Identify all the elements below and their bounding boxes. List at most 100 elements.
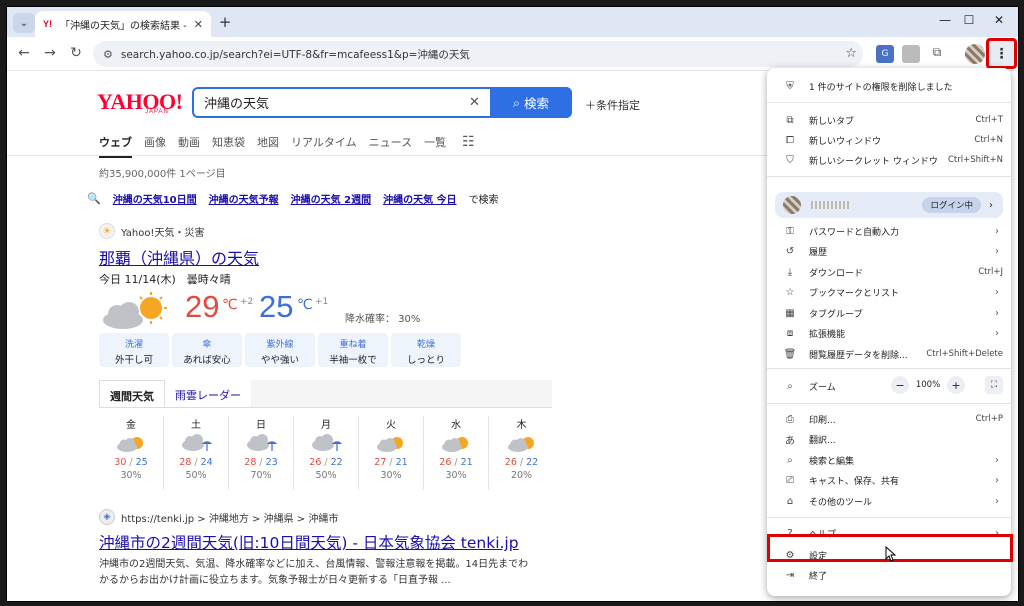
index-uv[interactable]: 紫外線 やや強い: [245, 333, 315, 367]
weather-tabs: 週間天気 雨雲レーダー: [99, 380, 552, 408]
tab-weekly-weather[interactable]: 週間天気: [99, 380, 165, 407]
menu-search-edit[interactable]: ⌕ 検索と編集 ›: [767, 450, 1011, 470]
back-button[interactable]: ←: [15, 45, 33, 61]
forward-button[interactable]: →: [41, 45, 59, 61]
tab-active[interactable]: Y! 「沖縄の天気」の検索結果 - Yahoo ✕: [35, 11, 211, 37]
menu-tab-groups[interactable]: ▦ タブグループ ›: [767, 303, 1011, 323]
yahoo-favicon-icon: Y!: [43, 19, 52, 29]
menu-label: 新しいウィンドウ: [809, 136, 882, 147]
menu-passwords[interactable]: ⚿ パスワードと自動入力 ›: [767, 221, 1011, 241]
menu-label: タブグループ: [809, 309, 863, 320]
clear-search-icon[interactable]: ✕: [469, 95, 480, 110]
forecast-day[interactable]: 日 28 / 23 70%: [229, 416, 294, 490]
zoom-value: 100%: [915, 380, 941, 390]
forecast-weekday: 土: [191, 420, 201, 431]
search-button[interactable]: ⌕ 検索: [490, 87, 572, 118]
menu-cast[interactable]: ⎚ キャスト、保存、共有 ›: [767, 470, 1011, 490]
menu-print[interactable]: ⎙ 印刷... Ctrl+P: [767, 409, 1011, 429]
menu-extensions[interactable]: ⧈ 拡張機能 ›: [767, 323, 1011, 343]
key-icon: ⚿: [786, 225, 794, 237]
extension-icon[interactable]: [902, 45, 920, 63]
maximize-button[interactable]: ☐: [959, 13, 979, 27]
reload-button[interactable]: ↻: [67, 45, 85, 61]
chevron-right-icon: ›: [995, 225, 999, 237]
related-link[interactable]: 沖縄の天気予報: [209, 191, 279, 206]
menu-translate[interactable]: あ 翻訳...: [767, 429, 1011, 449]
menu-site-permissions[interactable]: ⛨ 1 件のサイトの権限を削除しました: [767, 76, 1011, 96]
index-umbrella[interactable]: 傘あれば安心: [172, 333, 242, 367]
menu-separator: [767, 102, 1011, 103]
menu-downloads[interactable]: ⤓ ダウンロード Ctrl+J: [767, 262, 1011, 282]
new-tab-button[interactable]: +: [215, 13, 235, 31]
index-dryness[interactable]: 乾燥 しっとり: [391, 333, 461, 367]
history-icon: ↺: [785, 245, 795, 257]
index-layering[interactable]: 重ね着 半袖一枚で: [318, 333, 388, 367]
related-link[interactable]: 沖縄の天気 今日: [383, 191, 456, 206]
temp-high-unit: ℃: [222, 297, 238, 313]
chevron-right-icon: ›: [995, 286, 999, 298]
search-input[interactable]: [194, 95, 454, 110]
zoom-in-button[interactable]: +: [947, 376, 965, 394]
temp-low-diff: +1: [315, 297, 329, 307]
menu-profile[interactable]: ログイン中 ›: [775, 192, 1003, 218]
translate-extension-icon[interactable]: G: [876, 45, 894, 63]
result-title-link[interactable]: 那覇（沖縄県）の天気: [99, 245, 259, 269]
menu-separator: [767, 403, 1011, 404]
yahoo-logo[interactable]: YAHOO!: [97, 89, 183, 115]
menu-exit[interactable]: ⇥ 終了: [767, 565, 1011, 585]
url-text[interactable]: search.yahoo.co.jp/search?ei=UTF-8&fr=mc…: [121, 47, 470, 62]
divider: [7, 155, 767, 156]
menu-incognito[interactable]: ⛉ 新しいシークレット ウィンドウ Ctrl+Shift+N: [767, 150, 1011, 170]
menu-label: パスワードと自動入力: [809, 227, 900, 238]
tab-search-button[interactable]: ⌄: [13, 13, 35, 33]
forecast-temps: 28 / 24: [179, 457, 213, 468]
menu-new-tab[interactable]: ⧉ 新しいタブ Ctrl+T: [767, 110, 1011, 130]
bookmark-star-icon[interactable]: ☆: [845, 46, 857, 61]
tab-rain-radar[interactable]: 雨雲レーダー: [165, 380, 251, 407]
source-breadcrumb: https://tenki.jp > 沖縄地方 > 沖縄県 > 沖縄市: [121, 513, 339, 525]
zoom-out-button[interactable]: −: [891, 376, 909, 394]
forecast-day[interactable]: 木 26 / 22 20%: [489, 416, 554, 490]
forecast-high: 30: [114, 457, 127, 468]
menu-label: ダウンロード: [809, 268, 864, 279]
forecast-high: 26: [309, 457, 322, 468]
yahoo-weather-icon: ☀: [99, 223, 115, 239]
menu-label: 1 件のサイトの権限を削除しました: [809, 82, 953, 93]
forecast-day[interactable]: 金 30 / 25 30%: [99, 416, 164, 490]
menu-new-window[interactable]: ⧠ 新しいウィンドウ Ctrl+N: [767, 130, 1011, 150]
forecast-high: 26: [504, 457, 517, 468]
new-window-icon: ⧠: [786, 134, 794, 146]
incognito-icon: ⛉: [786, 154, 794, 166]
forecast-weekday: 月: [321, 420, 331, 431]
menu-shortcut: Ctrl+Shift+N: [947, 155, 1003, 165]
menu-clear-data[interactable]: 🗑 閲覧履歴データを削除... Ctrl+Shift+Delete: [767, 344, 1011, 364]
index-name: 傘: [202, 340, 212, 350]
result-title-link[interactable]: 沖縄市の2週間天気(旧:10日間天気) - 日本気象協会 tenki.jp: [99, 531, 519, 553]
menu-label: 翻訳...: [809, 435, 836, 446]
related-link[interactable]: 沖縄の天気 2週間: [291, 191, 371, 206]
forecast-day[interactable]: 月 26 / 22 50%: [294, 416, 359, 490]
forecast-day[interactable]: 土 28 / 24 50%: [164, 416, 229, 490]
menu-history[interactable]: ↺ 履歴 ›: [767, 241, 1011, 261]
forecast-temps: 26 / 22: [504, 457, 539, 468]
menu-more-tools[interactable]: ⌂ その他のツール ›: [767, 491, 1011, 511]
chrome-menu-button[interactable]: ⋮: [986, 38, 1017, 69]
tab-strip: ⌄ Y! 「沖縄の天気」の検索結果 - Yahoo ✕ + — ☐ ✕: [7, 7, 1018, 37]
profile-avatar[interactable]: [965, 44, 985, 64]
minimize-button[interactable]: —: [935, 13, 955, 27]
conditions-link[interactable]: ＋条件指定: [585, 97, 640, 113]
tab-close-icon[interactable]: ✕: [194, 18, 203, 31]
forecast-day[interactable]: 火 27 / 21 30%: [359, 416, 424, 490]
menu-bookmarks[interactable]: ☆ ブックマークとリスト ›: [767, 282, 1011, 302]
forecast-day[interactable]: 水 26 / 21 30%: [424, 416, 489, 490]
extensions-puzzle-icon[interactable]: ⧉: [928, 45, 946, 63]
forecast-high: 27: [374, 457, 387, 468]
fullscreen-button[interactable]: ⛶: [985, 376, 1003, 394]
site-info-icon[interactable]: ⚙: [103, 48, 113, 61]
index-laundry[interactable]: 洗濯 外干し可: [99, 333, 169, 367]
menu-label: 拡張機能: [809, 329, 846, 340]
address-bar[interactable]: ⚙ search.yahoo.co.jp/search?ei=UTF-8&fr=…: [93, 41, 863, 67]
close-window-button[interactable]: ✕: [989, 13, 1009, 27]
related-link[interactable]: 沖縄の天気10日間: [113, 191, 197, 206]
profile-avatar: [783, 196, 801, 214]
